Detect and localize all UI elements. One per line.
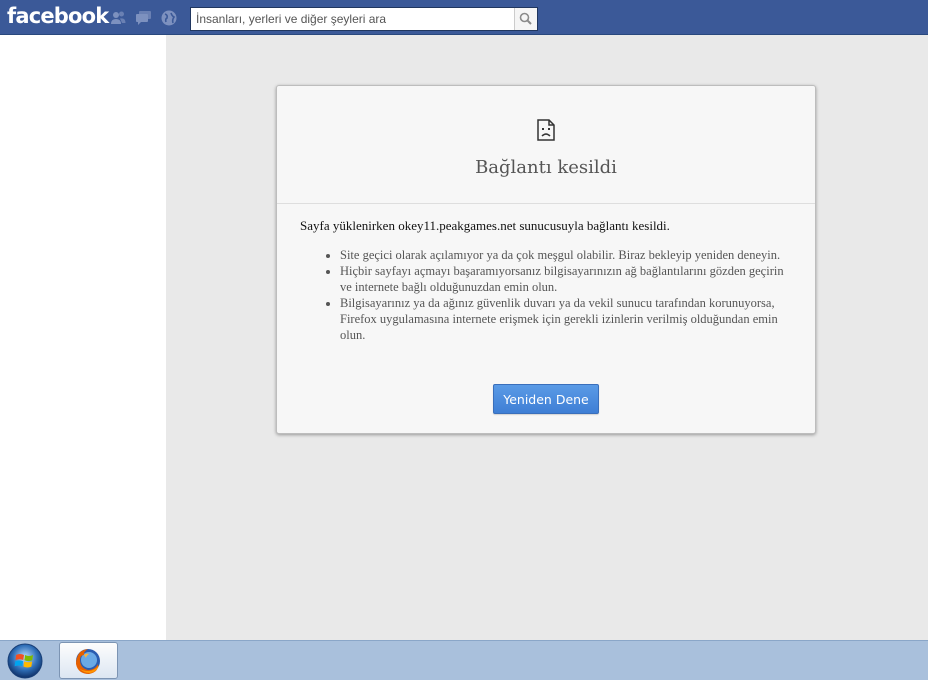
broken-page-icon	[537, 119, 555, 141]
search-box	[190, 7, 538, 31]
error-header: Bağlantı kesildi	[277, 86, 815, 204]
search-icon	[519, 12, 532, 25]
notifications-globe-icon[interactable]	[160, 9, 178, 27]
taskbar	[0, 640, 928, 680]
connection-error-card: Bağlantı kesildi Sayfa yüklenirken okey1…	[276, 85, 816, 434]
left-sidebar	[0, 35, 166, 640]
messages-icon[interactable]	[135, 9, 153, 27]
taskbar-firefox-button[interactable]	[59, 642, 118, 679]
firefox-icon	[76, 649, 100, 674]
error-title: Bağlantı kesildi	[475, 157, 617, 178]
list-item: Site geçici olarak açılamıyor ya da çok …	[340, 247, 795, 263]
error-lead: Sayfa yüklenirken okey11.peakgames.net s…	[300, 218, 670, 233]
list-item: Hiçbir sayfayı açmayı başaramıyorsanız b…	[340, 263, 795, 295]
search-button[interactable]	[514, 8, 537, 30]
windows-start-icon[interactable]	[4, 642, 46, 680]
friend-requests-icon[interactable]	[109, 9, 127, 27]
facebook-header: facebook	[0, 0, 928, 35]
facebook-logo[interactable]: facebook	[7, 4, 109, 28]
error-body: Sayfa yüklenirken okey11.peakgames.net s…	[300, 218, 795, 343]
search-input[interactable]	[191, 8, 513, 30]
list-item: Bilgisayarınız ya da ağınız güvenlik duv…	[340, 295, 795, 343]
retry-button[interactable]: Yeniden Dene	[493, 384, 599, 414]
error-tips: Site geçici olarak açılamıyor ya da çok …	[300, 247, 795, 343]
